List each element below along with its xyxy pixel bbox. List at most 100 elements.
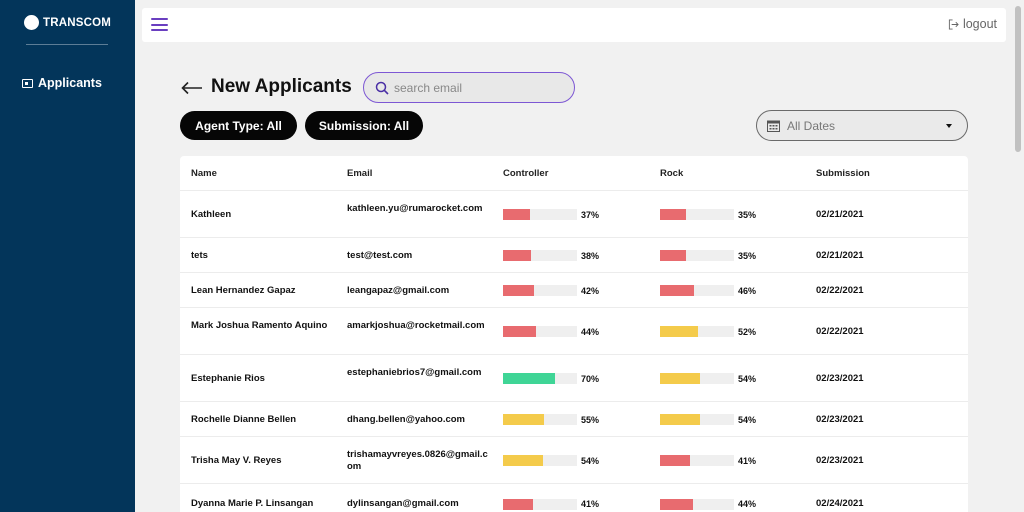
rock-score-fill (660, 250, 686, 261)
rock-score-percent: 54% (738, 414, 757, 425)
rock-score-percent: 35% (738, 250, 757, 261)
submission-date: 02/22/2021 (816, 325, 864, 337)
applicant-email: dylinsangan@gmail.com (347, 498, 459, 509)
rock-score-bar (660, 414, 734, 425)
applicant-email: amarkjoshua@rocketmail.com (347, 319, 485, 331)
table-row[interactable]: Rochelle Dianne Bellen dhang.bellen@yahoo… (180, 402, 968, 437)
rock-score-bar (660, 209, 734, 220)
table-row[interactable]: Trisha May V. Reyes trishamayvreyes.0826@… (180, 437, 968, 484)
scrollbar-thumb[interactable] (1015, 6, 1021, 152)
table-header: Name Email Controller Rock Submission (180, 156, 968, 191)
controller-score-fill (503, 326, 536, 337)
date-filter-select[interactable]: All Dates (756, 110, 968, 141)
controller-score-bar (503, 414, 577, 425)
submission-filter-button[interactable]: Submission: All (305, 111, 423, 140)
topbar: logout (142, 8, 1006, 42)
table-row[interactable]: Estephanie Rios estephaniebrios7@gmail.co… (180, 355, 968, 402)
agent-type-filter-button[interactable]: Agent Type: All (180, 111, 297, 140)
applicant-name: Dyanna Marie P. Linsangan (191, 498, 314, 509)
controller-score-percent: 54% (581, 455, 600, 466)
rock-score-fill (660, 455, 691, 466)
scrollbar[interactable] (1012, 0, 1024, 512)
controller-score-bar (503, 498, 577, 510)
table-row[interactable]: Dyanna Marie P. Linsangan dylinsangan@gma… (180, 484, 968, 512)
controller-score-percent: 41% (581, 499, 600, 509)
controller-score-percent: 42% (581, 285, 600, 296)
controller-score-bar (503, 209, 577, 220)
table-body: Kathleen kathleen.yu@rumarocket.com 02/21/… (180, 191, 968, 512)
arrow-left-icon[interactable] (181, 81, 203, 95)
submission-date: 02/21/2021 (816, 249, 864, 261)
rock-score-bar (660, 373, 734, 384)
search-icon (375, 81, 389, 95)
controller-score-percent: 55% (581, 414, 600, 425)
submission-date: 02/23/2021 (816, 372, 864, 384)
controller-score-percent: 70% (581, 373, 600, 384)
logout-icon (948, 18, 959, 30)
sidebar-item-applicants[interactable]: Applicants (22, 76, 102, 90)
rock-score-fill (660, 209, 686, 220)
controller-score-fill (503, 285, 535, 296)
column-header-submission[interactable]: Submission (816, 168, 870, 179)
logout-button[interactable]: logout (948, 17, 997, 31)
column-header-email[interactable]: Email (347, 168, 372, 179)
rock-score-percent: 46% (738, 285, 757, 296)
search-input[interactable] (394, 80, 564, 95)
rock-score-percent: 52% (738, 326, 757, 337)
controller-score-bar (503, 373, 577, 384)
controller-score-bar (503, 326, 577, 337)
column-header-name[interactable]: Name (191, 168, 217, 179)
rock-score-bar (660, 250, 734, 261)
table-row[interactable]: Kathleen kathleen.yu@rumarocket.com 02/21/… (180, 191, 968, 238)
table-row[interactable]: Mark Joshua Ramento Aquino amarkjoshua@ro… (180, 308, 968, 355)
rock-score-fill (660, 285, 695, 296)
applicant-email: leangapaz@gmail.com (347, 284, 450, 296)
applicant-email: test@test.com (347, 249, 413, 261)
applicant-name: Rochelle Dianne Bellen (191, 413, 297, 425)
applicant-name: Estephanie Rios (191, 372, 265, 384)
rock-score-bar (660, 285, 734, 296)
search-box[interactable] (363, 72, 575, 103)
hamburger-icon[interactable] (151, 18, 168, 31)
page-header: New Applicants (181, 72, 352, 102)
rock-score-percent: 54% (738, 373, 757, 384)
logout-label: logout (962, 17, 997, 31)
page-title: New Applicants (211, 76, 352, 97)
applicant-name: Lean Hernandez Gapaz (191, 284, 296, 296)
rock-score-percent: 44% (738, 499, 757, 509)
rock-score-percent: 35% (738, 209, 757, 220)
applicant-name: Mark Joshua Ramento Aquino (191, 319, 328, 331)
controller-score-fill (503, 373, 555, 384)
brand[interactable]: TRANSCOM (24, 15, 111, 30)
column-header-rock[interactable]: Rock (660, 168, 683, 179)
submission-date: 02/23/2021 (816, 454, 864, 466)
rock-score-bar (660, 326, 734, 337)
sidebar: TRANSCOM Applicants (0, 0, 135, 512)
submission-date: 02/21/2021 (816, 208, 864, 220)
rock-score-fill (660, 498, 693, 510)
controller-score-fill (503, 498, 534, 510)
rock-score-fill (660, 373, 700, 384)
brand-name: TRANSCOM (43, 16, 112, 29)
id-card-icon (22, 78, 33, 88)
applicant-email: estephaniebrios7@gmail.com (347, 366, 482, 378)
submission-date: 02/24/2021 (816, 498, 864, 509)
rock-score-bar (660, 455, 734, 466)
controller-score-fill (503, 414, 544, 425)
controller-score-fill (503, 455, 543, 466)
applicant-email: trishamayvreyes.0826@gmail.com (347, 448, 488, 472)
table-row[interactable]: tets test@test.com 02/21/2021 38% 35% (180, 238, 968, 273)
brand-logo-icon (24, 15, 39, 30)
table-row[interactable]: Lean Hernandez Gapaz leangapaz@gmail.com 0… (180, 273, 968, 308)
applicant-email: dhang.bellen@yahoo.com (347, 413, 465, 425)
applicant-name: tets (191, 249, 208, 261)
controller-score-fill (503, 209, 531, 220)
applicant-email: kathleen.yu@rumarocket.com (347, 202, 483, 214)
rock-score-fill (660, 326, 699, 337)
calendar-icon (767, 120, 780, 132)
column-header-controller[interactable]: Controller (503, 168, 548, 179)
rock-score-fill (660, 414, 700, 425)
applicant-name: Trisha May V. Reyes (191, 454, 282, 466)
controller-score-percent: 37% (581, 209, 600, 220)
controller-score-fill (503, 250, 532, 261)
